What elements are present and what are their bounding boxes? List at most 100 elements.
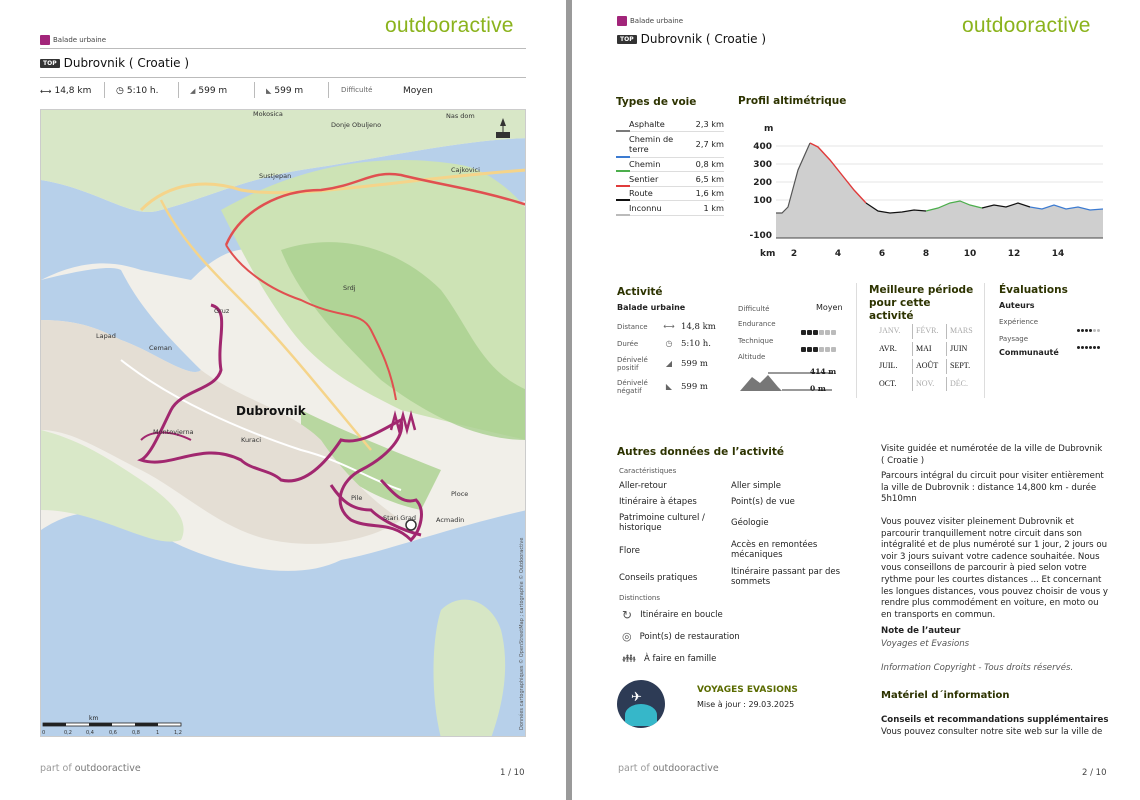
rating-dot [1089, 329, 1092, 332]
activity-row: Durée ◷ 5:10 h. [617, 335, 721, 352]
footer: part of outdooractive [40, 763, 141, 774]
stat-ascent: ◢ 599 m [190, 86, 228, 96]
landscape-label: Paysage [999, 335, 1029, 343]
x-tick: 4 [835, 249, 841, 259]
surface-name: Sentier [629, 173, 659, 184]
activity-row: Dénivelé négatif ◣ 599 m [617, 375, 721, 398]
author-note-title: Note de l’auteur [881, 626, 961, 636]
loop-icon: ↻ [622, 608, 633, 622]
rating-dot [1097, 346, 1100, 349]
description-paragraph: Vous pouvez visiter pleinement Dubrovnik… [881, 517, 1109, 620]
rating-dot [1081, 329, 1084, 332]
rating-dot [1085, 329, 1088, 332]
update-date: Mise à jour : 29.03.2025 [697, 700, 795, 709]
surface-name: Inconnu [629, 202, 662, 213]
tips-title: Conseils et recommandations supplémentai… [881, 715, 1109, 725]
surface-value: 0,8 km [695, 159, 724, 170]
scale-tick: 0 [42, 730, 45, 736]
map-label: Stari Grad [383, 514, 416, 522]
surface-row: Inconnu 1 km [616, 201, 724, 216]
rating-dot [831, 330, 836, 335]
map-label: Montovjerna [153, 428, 194, 436]
hiker-icon [40, 35, 50, 45]
y-tick: 100 [753, 196, 772, 206]
difficulty-label: Difficulté [738, 305, 770, 313]
x-tick: 6 [879, 249, 885, 259]
distance-icon: ⟷ [40, 86, 52, 96]
activity-stats: Distance ⟷ 14,8 km Durée ◷ 5:10 h. Dénivelé po… [617, 318, 721, 398]
page-1: outdooractive Balade urbaine TOP Dubrovn… [0, 0, 566, 800]
top-badge: TOP [40, 58, 60, 68]
tips-text: Vous pouvez consulter notre site web sur… [881, 727, 1103, 737]
surface-list: Asphalte 2,3 km Chemin de terre 2,7 km Chemi… [616, 117, 724, 216]
profile-title: Profil altimétrique [738, 95, 847, 107]
surface-name: Asphalte [629, 118, 665, 129]
rating-dot [1093, 329, 1096, 332]
ratings-authors: Auteurs [999, 301, 1035, 310]
scale-tick: 1 [156, 730, 159, 736]
x-tick: 8 [923, 249, 929, 259]
rating-dot [813, 330, 818, 335]
divider [40, 77, 526, 78]
month-cell: AVR. [879, 341, 913, 356]
rating-dot [1097, 329, 1100, 332]
difficulty-value: Moyen [816, 303, 843, 312]
month-cell: JUIN [950, 343, 968, 353]
map-label: Ploce [451, 490, 468, 498]
surface-value: 1,6 km [695, 188, 724, 199]
month-cell: MAI [913, 341, 947, 356]
y-tick: -100 [749, 231, 772, 241]
month-cell: NOV. [913, 376, 947, 391]
rating-dot [1093, 346, 1096, 349]
activity-row-value: 599 m [681, 358, 708, 369]
stat-distance: ⟷ 14,8 km [40, 86, 92, 96]
activity-row-icon: ⟷ [663, 322, 675, 331]
divider [40, 48, 526, 49]
surface-value: 2,7 km [695, 139, 724, 149]
surface-row: Chemin de terre 2,7 km [616, 132, 724, 158]
author-logo[interactable]: ✈ [617, 680, 665, 728]
stat-difficulty-value: Moyen [403, 86, 433, 96]
map-copyright: Données cartographiques © OpenStreetMap … [518, 538, 525, 730]
rating-dot [1077, 329, 1080, 332]
distinction-restaurant: ◎ Point(s) de restauration [622, 630, 740, 643]
altitude-max: 414 m [810, 367, 837, 376]
feature-item: Conseils pratiques [619, 573, 698, 583]
globe-shape [625, 704, 657, 726]
x-tick: 12 [1008, 249, 1021, 259]
feature-item: Point(s) de vue [731, 497, 795, 507]
rating-dot [1077, 346, 1080, 349]
feature-item: Itinéraire passant par des sommets [731, 567, 841, 587]
scale-tick: 0,2 [64, 730, 72, 736]
route-map[interactable]: Mokosica Donje Obuljeno Nas dom Cajkovic… [40, 109, 526, 737]
y-tick: 300 [753, 160, 772, 170]
feature-item: Accès en remontées mécaniques [731, 540, 818, 560]
feature-item: Flore [619, 546, 640, 556]
activity-row-label: Durée [617, 339, 639, 348]
technique-label: Technique [738, 337, 774, 345]
top-badge: TOP [617, 34, 637, 44]
author-name: VOYAGES EVASIONS [697, 685, 798, 695]
feature-item: Aller-retour [619, 481, 667, 491]
month-cell: FÉVR. [913, 324, 947, 339]
map-label: Kuraci [241, 436, 261, 444]
month-cell: JANV. [879, 324, 913, 339]
divider [178, 82, 179, 98]
y-tick: 400 [753, 142, 772, 152]
feature-item: Aller simple [731, 481, 782, 491]
activity-row-value: 599 m [681, 381, 708, 392]
scale-unit: km [89, 715, 98, 722]
map-label: Srdj [343, 284, 356, 292]
surface-row: Route 1,6 km [616, 187, 724, 201]
rating-dot [819, 330, 824, 335]
activity-title: Activité [617, 286, 663, 298]
x-tick: 10 [964, 249, 977, 259]
page-title: TOP Dubrovnik ( Croatie ) [40, 56, 189, 70]
page-title: TOP Dubrovnik ( Croatie ) [617, 32, 766, 46]
technique-rating [801, 337, 837, 356]
altitude-min: 0 m [810, 384, 826, 393]
activity-row-icon: ◷ [665, 339, 673, 348]
footer: part of outdooractive [618, 763, 719, 774]
map-label-city: Dubrovnik [236, 404, 307, 418]
rating-dot [831, 347, 836, 352]
